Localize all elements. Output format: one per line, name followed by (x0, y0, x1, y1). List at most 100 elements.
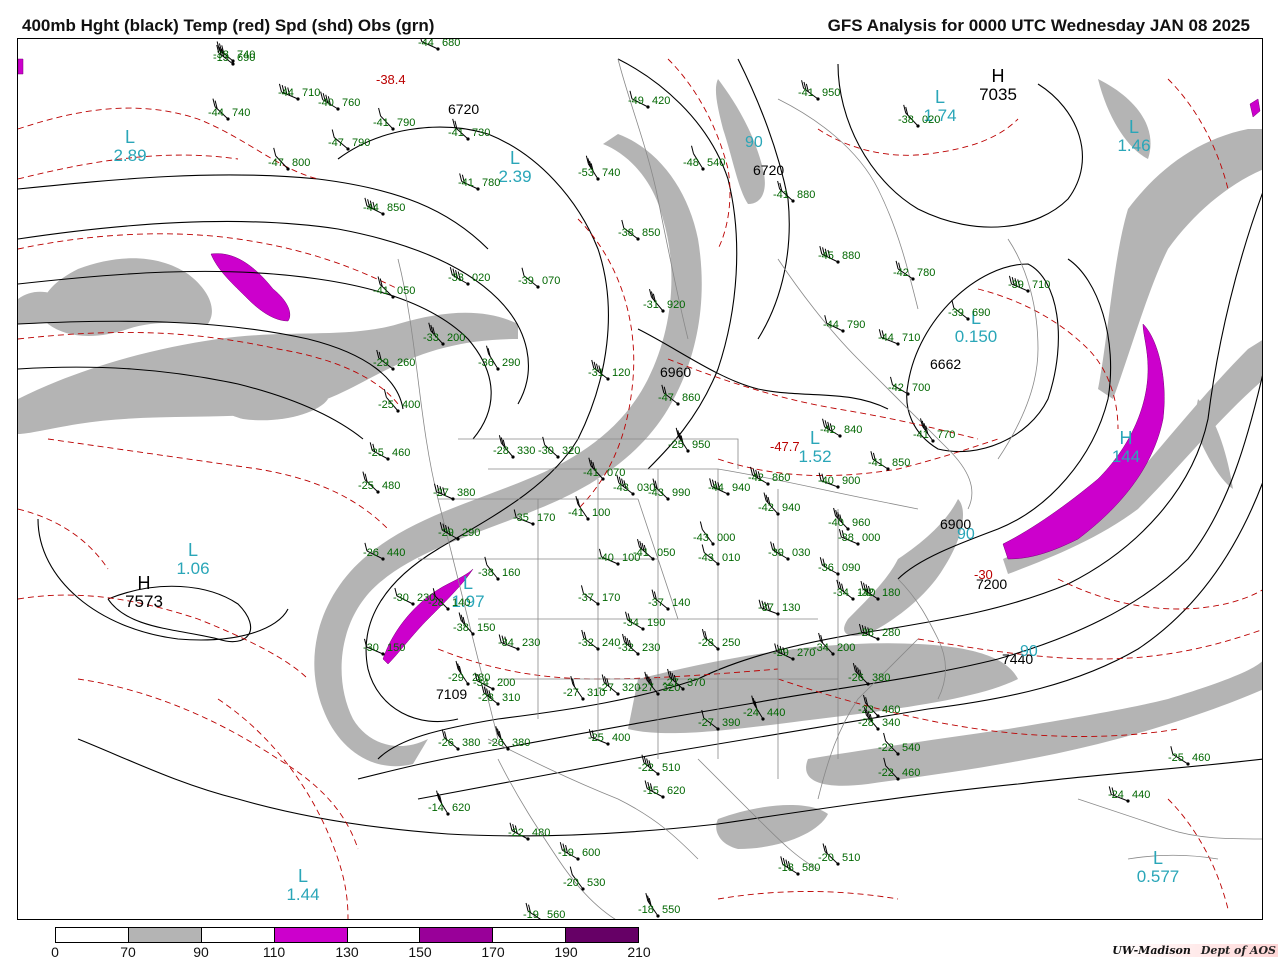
wind-barb-flag (383, 389, 387, 398)
obs-height: 540 (902, 742, 920, 754)
obs-height: 010 (722, 552, 740, 564)
obs-height: 020 (472, 272, 490, 284)
pressure-center-value: 0.150 (955, 327, 998, 346)
obs-height: 380 (457, 487, 475, 499)
wind-barb-flag (777, 180, 781, 190)
obs-height: 780 (917, 267, 935, 279)
obs-height: 850 (892, 457, 910, 469)
wind-barb-flag (622, 633, 626, 643)
wind-barb-flag (542, 436, 546, 446)
station-obs: -37 130 (758, 599, 800, 616)
obs-temperature: -27 (563, 687, 579, 699)
obs-height: 070 (542, 275, 560, 287)
obs-temperature: -31 (643, 299, 659, 311)
obs-temperature: -19 (523, 909, 539, 920)
obs-temperature: -34 (623, 617, 639, 629)
obs-temperature: -38 (898, 114, 914, 126)
obs-height: 020 (922, 114, 940, 126)
station-obs: -24 440 (1108, 786, 1150, 803)
pressure-center-value: 0.577 (1137, 867, 1180, 886)
station-obs: -39 070 (518, 267, 560, 289)
obs-temperature: -34 (498, 637, 514, 649)
station-obs: -44 740 (208, 98, 250, 121)
obs-temperature: -39 (948, 307, 964, 319)
station-obs: -27 380 (433, 483, 475, 501)
obs-temperature: -32 (858, 587, 874, 599)
obs-height: 170 (602, 592, 620, 604)
obs-height: 790 (352, 137, 370, 149)
temperature-label: -30 (974, 567, 993, 582)
station-obs: -20 530 (563, 866, 605, 891)
pressure-center-value: 1.46 (1117, 136, 1150, 155)
obs-height: 790 (397, 117, 415, 129)
obs-height: 840 (844, 424, 862, 436)
obs-temperature: -39 (768, 547, 784, 559)
station-obs: -38 850 (618, 219, 660, 241)
obs-temperature: -25 (1168, 752, 1184, 764)
obs-height: 440 (767, 707, 785, 719)
station-obs: -41 780 (458, 173, 500, 191)
obs-temperature: -43 (693, 532, 709, 544)
obs-height: 460 (882, 704, 900, 716)
obs-height: 800 (292, 157, 310, 169)
obs-height: 140 (452, 597, 470, 609)
obs-height: 510 (842, 852, 860, 864)
station-obs: -37 170 (578, 585, 620, 606)
wind-barb-flag (763, 492, 767, 501)
obs-height: 160 (502, 567, 520, 579)
obs-temperature: -32 (578, 637, 594, 649)
obs-height: 340 (882, 717, 900, 729)
obs-temperature: -22 (878, 767, 894, 779)
wind-barb-flag (833, 507, 837, 517)
obs-temperature: -41 (913, 429, 929, 441)
obs-temperature: -18 (638, 904, 654, 916)
wind-barb-flag (701, 629, 705, 638)
obs-height: 290 (502, 357, 520, 369)
obs-height: 180 (882, 587, 900, 599)
obs-height: 960 (852, 517, 870, 529)
obs-temperature: -41 (448, 127, 464, 139)
obs-height: 600 (582, 847, 600, 859)
obs-height: 940 (732, 482, 750, 494)
station-obs: -32 240 (578, 629, 620, 651)
obs-temperature: -27 (433, 487, 449, 499)
obs-height: 140 (672, 597, 690, 609)
station-obs: -29 280 (448, 660, 490, 686)
station-obs: -41 770 (913, 418, 955, 443)
pressure-center-letter: L (463, 573, 473, 593)
station-obs: -42 840 (820, 418, 862, 438)
station-obs: -25 480 (358, 471, 400, 494)
obs-height: 260 (397, 357, 415, 369)
obs-temperature: -34 (813, 642, 829, 654)
station-obs: -15 620 (643, 780, 685, 799)
wind-barb-flag (699, 521, 703, 530)
legend-tick-label: 130 (335, 944, 359, 960)
obs-height: 880 (842, 250, 860, 262)
obs-temperature: -14 (428, 802, 444, 814)
station-obs: -36 090 (818, 557, 860, 576)
weather-map: L 2.89 L 1.06 H 7573 H 7035 L 1.74 L 1.46 L 1.52 L 0.15… (17, 38, 1263, 920)
legend-swatch (128, 928, 202, 942)
pressure-center-value: 7573 (125, 592, 163, 611)
legend-swatch (56, 928, 129, 942)
obs-height: 460 (902, 767, 920, 779)
obs-height: 280 (472, 672, 490, 684)
wind-barb-flag (212, 98, 216, 107)
station-obs: -40 760 (318, 91, 360, 111)
obs-height: 900 (842, 475, 860, 487)
station-obs: -35 170 (513, 509, 555, 526)
obs-temperature: -26 (363, 547, 379, 559)
obs-temperature: -24 (743, 707, 759, 719)
obs-temperature: -30 (538, 445, 554, 457)
obs-temperature: -28 (858, 717, 874, 729)
obs-temperature: -39 (518, 275, 534, 287)
wind-barb-flag (822, 843, 826, 852)
pressure-center-letter: L (1129, 117, 1139, 137)
obs-temperature: -41 (868, 457, 884, 469)
obs-temperature: -41 (773, 189, 789, 201)
obs-height: 400 (612, 732, 630, 744)
wind-barb-flag (377, 276, 381, 285)
height-contour-label: 6720 (753, 162, 784, 178)
obs-height: 370 (687, 677, 705, 689)
legend-tick-label: 170 (481, 944, 505, 960)
